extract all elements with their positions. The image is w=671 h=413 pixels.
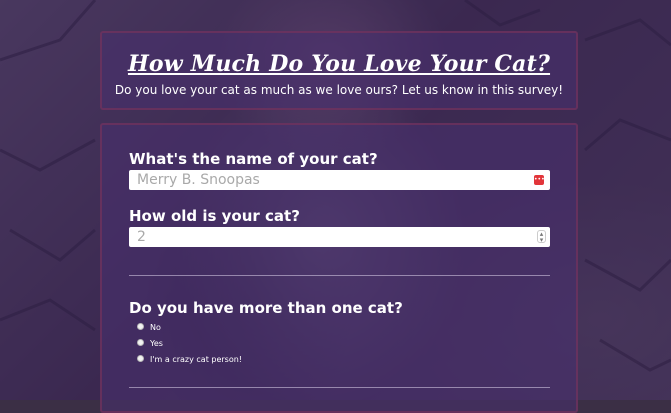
radio-label: No bbox=[150, 323, 161, 332]
radio-button[interactable] bbox=[137, 323, 144, 330]
cat-name-placeholder: Merry B. Snoopas bbox=[137, 172, 260, 188]
section-divider bbox=[129, 387, 550, 388]
radio-button[interactable] bbox=[137, 355, 144, 362]
radio-label: I'm a crazy cat person! bbox=[150, 355, 243, 364]
number-spinner-icon[interactable]: ▴ ▾ bbox=[537, 230, 546, 244]
radio-label: Yes bbox=[150, 339, 163, 348]
page-title: How Much Do You Love Your Cat? bbox=[127, 51, 551, 77]
page-subtitle: Do you love your cat as much as we love … bbox=[114, 83, 564, 97]
radio-option-yes[interactable]: Yes bbox=[137, 337, 163, 351]
cat-age-input[interactable]: 2 ▴ ▾ bbox=[129, 227, 550, 247]
header-card: How Much Do You Love Your Cat? Do you lo… bbox=[100, 31, 578, 110]
survey-form: What's the name of your cat? Merry B. Sn… bbox=[100, 123, 578, 413]
radio-button[interactable] bbox=[137, 339, 144, 346]
cat-name-input[interactable]: Merry B. Snoopas ••• bbox=[129, 170, 550, 190]
cat-age-label: How old is your cat? bbox=[129, 207, 300, 225]
section-divider bbox=[129, 275, 550, 276]
multiple-cats-label: Do you have more than one cat? bbox=[129, 299, 403, 317]
autofill-icon[interactable]: ••• bbox=[534, 175, 545, 185]
radio-option-crazy[interactable]: I'm a crazy cat person! bbox=[137, 353, 242, 367]
cat-age-placeholder: 2 bbox=[137, 229, 146, 245]
radio-option-no[interactable]: No bbox=[137, 321, 161, 335]
cat-name-label: What's the name of your cat? bbox=[129, 150, 378, 168]
